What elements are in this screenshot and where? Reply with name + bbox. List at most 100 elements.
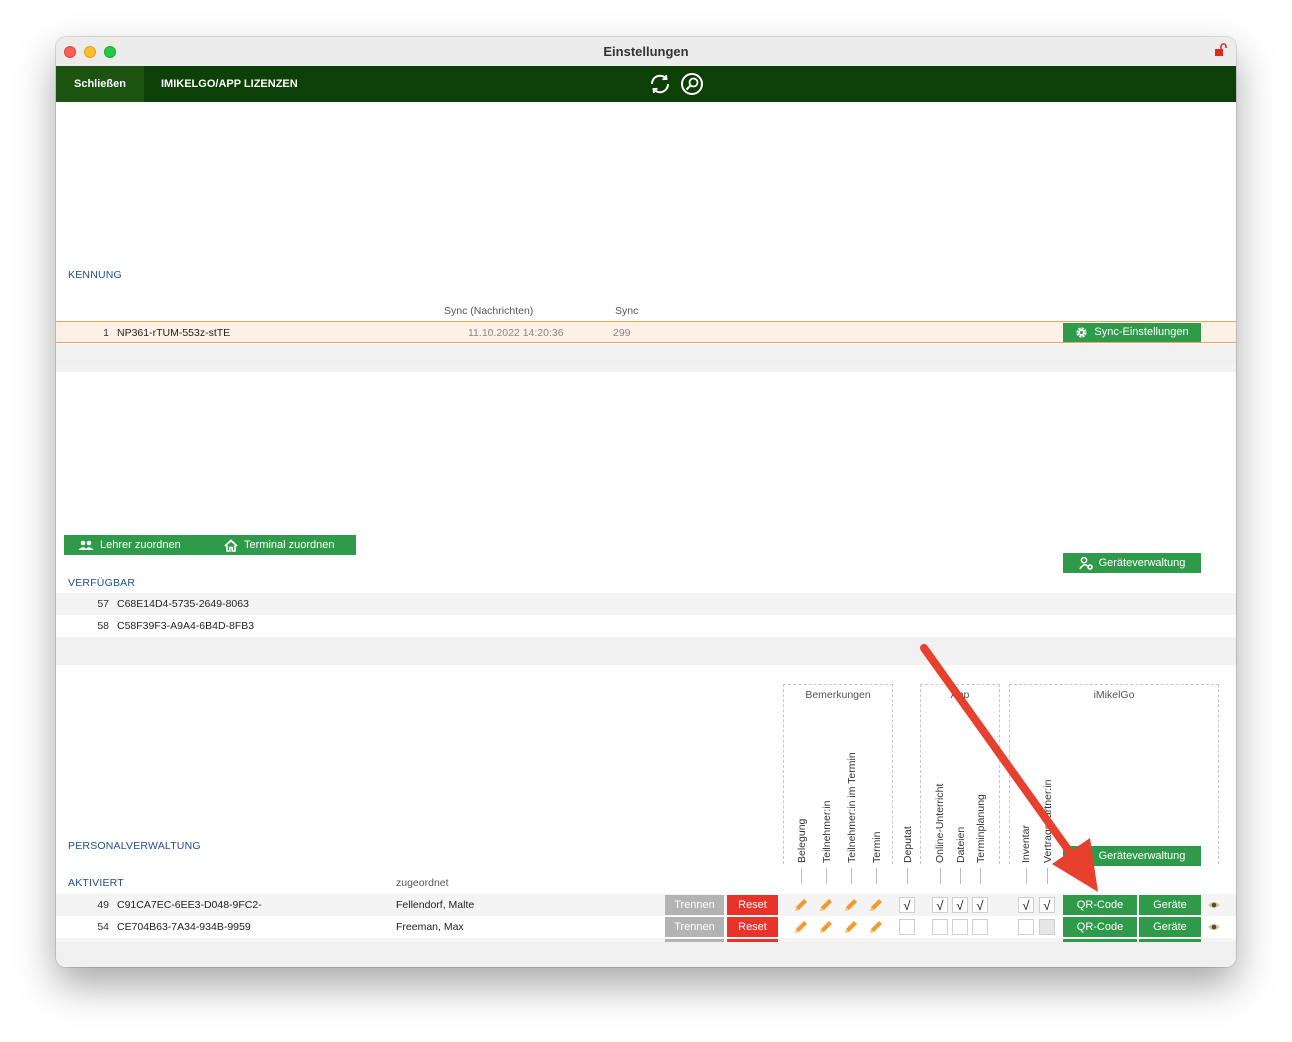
deputat-checkbox[interactable]: √ — [899, 897, 915, 913]
pencil-icon[interactable] — [793, 897, 809, 913]
app-group-title: App — [950, 689, 970, 701]
dateien-checkbox[interactable]: √ — [952, 897, 968, 913]
separate-button[interactable]: Trennen — [665, 917, 724, 937]
col-header-teilnehmer: Teilnehmer:in — [821, 800, 833, 863]
panel-footer — [56, 344, 1236, 364]
device-id: CE704B63-7A34-934B-9959 — [117, 921, 251, 933]
eye-icon[interactable] — [1207, 900, 1221, 910]
pencil-icon[interactable] — [868, 919, 884, 935]
online-checkbox[interactable]: √ — [932, 897, 948, 913]
assign-terminal-label: Terminal zuordnen — [244, 539, 335, 551]
pencil-icon[interactable] — [818, 919, 834, 935]
terminplanung-checkbox[interactable] — [972, 919, 988, 935]
header-connector — [907, 868, 908, 884]
panel-footer — [56, 942, 1236, 967]
device-id: C91CA7EC-6EE3-D048-9FC2- — [117, 899, 262, 911]
separate-button[interactable]: Trennen — [665, 895, 724, 915]
house-icon — [224, 538, 238, 552]
devices-button[interactable]: Geräte — [1139, 917, 1201, 937]
device-id: C58F39F3-A9A4-6B4D-8FB3 — [117, 620, 255, 632]
user-gear-icon — [1078, 849, 1093, 863]
table-row[interactable]: 57 C68E14D4-5735-2649-8063 — [56, 593, 1236, 615]
reset-button[interactable]: Reset — [727, 895, 778, 915]
user-gear-icon — [1078, 556, 1093, 570]
personnel-panel: Bemerkungen App iMikelGo Belegung Teilne… — [56, 665, 1236, 967]
assigned-header: zugeordnet — [396, 877, 449, 889]
table-row[interactable]: 54 CE704B63-7A34-934B-9959 Freeman, Max … — [56, 916, 1236, 938]
inventar-checkbox[interactable] — [1018, 919, 1034, 935]
terminplanung-checkbox[interactable]: √ — [972, 897, 988, 913]
gear-icon — [1076, 326, 1088, 338]
header-connector — [980, 868, 981, 884]
devices-button[interactable]: Geräte — [1139, 895, 1201, 915]
row-number: 49 — [97, 899, 109, 911]
col-header-deputat: Deputat — [902, 826, 914, 863]
col-header-belegung: Belegung — [796, 818, 808, 863]
col-header-teilnehmer-termin: Teilnehmer:in im Termin — [846, 752, 858, 863]
pencil-icon[interactable] — [868, 897, 884, 913]
vertragspartner-checkbox[interactable] — [1039, 919, 1055, 935]
pencil-icon[interactable] — [793, 919, 809, 935]
eye-icon[interactable] — [1207, 922, 1221, 932]
online-checkbox[interactable] — [932, 919, 948, 935]
main-toolbar: Schließen IMIKELGO/APP LIZENZEN — [56, 66, 1236, 102]
vertragspartner-checkbox[interactable]: √ — [1039, 897, 1055, 913]
table-row[interactable]: 58 C58F39F3-A9A4-6B4D-8FB3 — [56, 615, 1236, 637]
assign-teacher-label: Lehrer zuordnen — [100, 539, 181, 551]
assigned-person: Freeman, Max — [396, 921, 464, 933]
deputat-checkbox[interactable] — [899, 919, 915, 935]
table-row[interactable]: 49 C91CA7EC-6EE3-D048-9FC2- Fellendorf, … — [56, 894, 1236, 916]
assign-teacher-button[interactable]: Lehrer zuordnen — [78, 535, 198, 555]
col-header-termin: Termin — [871, 831, 883, 863]
row-number: 57 — [97, 598, 109, 610]
title-bar: Einstellungen — [56, 37, 1236, 67]
unlock-icon[interactable] — [1214, 43, 1228, 57]
sync-settings-button[interactable]: Sync-Einstellungen — [1063, 323, 1201, 342]
kennung-section-label: KENNUNG — [68, 269, 122, 281]
available-panel: Lehrer zuordnen Terminal zuordnen Geräte… — [56, 372, 1236, 657]
sync-header: Sync — [615, 305, 639, 317]
available-section-label: VERFÜGBAR — [68, 577, 136, 589]
reset-button[interactable]: Reset — [727, 917, 778, 937]
device-id: C68E14D4-5735-2649-8063 — [117, 598, 249, 610]
table-row[interactable]: 1 NP361-rTUM-553z-stTE 11.10.2022 14:20:… — [56, 321, 1236, 343]
panel-footer — [56, 637, 1236, 657]
qr-code-button[interactable]: QR-Code — [1063, 895, 1137, 915]
imikelgo-group-title: iMikelGo — [1093, 689, 1135, 701]
col-header-online: Online-Unterricht — [934, 783, 946, 863]
header-connector — [826, 868, 827, 884]
pencil-icon[interactable] — [818, 897, 834, 913]
close-button[interactable]: Schließen — [56, 66, 144, 102]
header-connector — [801, 868, 802, 884]
qr-code-button[interactable]: QR-Code — [1063, 917, 1137, 937]
device-management-label: Geräteverwaltung — [1098, 850, 1186, 862]
dateien-checkbox[interactable] — [952, 919, 968, 935]
imikelgo-group: iMikelGo — [1009, 684, 1219, 864]
row-number: 58 — [97, 620, 109, 632]
row-number: 54 — [97, 921, 109, 933]
remarks-group-title: Bemerkungen — [805, 689, 871, 701]
assigned-person: Fellendorf, Malte — [396, 899, 475, 911]
sync-icon[interactable] — [648, 72, 672, 96]
licenses-tab[interactable]: IMIKELGO/APP LIZENZEN — [143, 66, 316, 102]
device-management-button[interactable]: Geräteverwaltung — [1063, 846, 1201, 866]
header-connector — [940, 868, 941, 884]
col-header-inventar: Inventar — [1020, 825, 1032, 863]
header-connector — [1047, 868, 1048, 884]
pencil-icon[interactable] — [843, 897, 859, 913]
search-icon[interactable] — [680, 72, 704, 96]
assign-terminal-button[interactable]: Terminal zuordnen — [224, 535, 354, 555]
header-connector — [876, 868, 877, 884]
inventar-checkbox[interactable]: √ — [1018, 897, 1034, 913]
header-connector — [960, 868, 961, 884]
device-management-button[interactable]: Geräteverwaltung — [1063, 553, 1201, 573]
col-header-vertragspartner: Vertragspartner:in — [1042, 779, 1054, 863]
device-id: NP361-rTUM-553z-stTE — [117, 327, 231, 339]
window-title: Einstellungen — [603, 44, 689, 59]
personnel-section-label: PERSONALVERWALTUNG — [68, 840, 201, 852]
pencil-icon[interactable] — [843, 919, 859, 935]
sync-settings-label: Sync-Einstellungen — [1094, 326, 1189, 338]
users-icon — [78, 540, 94, 550]
kennung-panel: KENNUNG Sync (Nachrichten) Sync 1 NP361-… — [56, 102, 1236, 364]
row-number: 1 — [103, 327, 109, 339]
